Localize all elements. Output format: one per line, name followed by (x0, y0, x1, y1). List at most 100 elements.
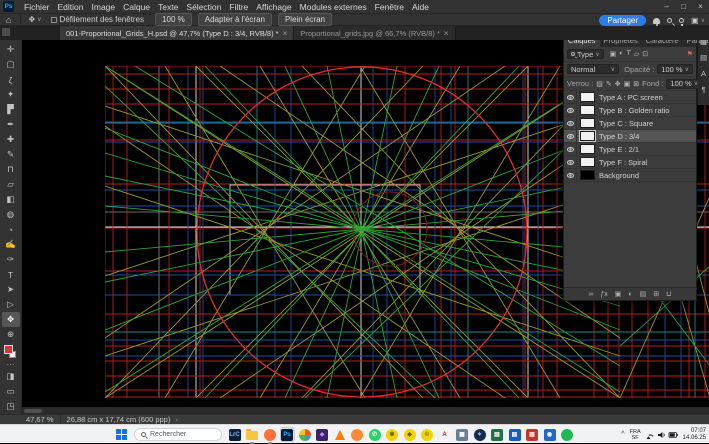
red-app-icon[interactable]: ▤ (526, 428, 539, 441)
layer-thumbnail[interactable] (580, 157, 595, 167)
color-swatches[interactable] (3, 344, 19, 358)
clock[interactable]: 07:07 14.06.25 (683, 428, 706, 442)
layer-row[interactable]: Type C : Square (564, 117, 696, 130)
more-tools-icon[interactable]: ⋯ (2, 360, 20, 369)
filter-toggle-icon[interactable]: ⚑ (687, 50, 693, 58)
visibility-toggle[interactable] (564, 104, 577, 117)
tab-psd-document[interactable]: 001-Proportional_Grids_H.psd @ 47,7% (Ty… (60, 26, 294, 40)
foreground-color-swatch[interactable] (4, 345, 13, 354)
smudge-tool-icon[interactable]: ✍ (2, 237, 20, 252)
direct-selection-tool-icon[interactable]: ▷ (2, 297, 20, 312)
menu-fen-tre[interactable]: Fenêtre (371, 0, 408, 13)
visibility-toggle[interactable] (564, 169, 577, 182)
menu-s-lection[interactable]: Sélection (182, 0, 225, 13)
menu-aide[interactable]: Aide (408, 0, 433, 13)
menu-texte[interactable]: Texte (154, 0, 182, 13)
visibility-toggle[interactable] (564, 91, 577, 104)
screen-mode-icon[interactable]: ▭ (2, 384, 20, 399)
filter-smart-objects-icon[interactable]: ⊡ (642, 50, 648, 58)
firefox-icon[interactable] (263, 428, 276, 441)
menu-filtre[interactable]: Filtre (225, 0, 252, 13)
calculator-icon[interactable]: ▦ (456, 428, 469, 441)
menu-edition[interactable]: Edition (54, 0, 88, 13)
language-indicator[interactable]: FRA SF (630, 429, 641, 441)
layer-effects-icon[interactable]: ƒx (600, 291, 607, 298)
layer-row[interactable]: Type E : 2/1 (564, 143, 696, 156)
lock-artboard-icon[interactable]: ▣ (624, 80, 631, 88)
lock-all-icon[interactable]: ⊠ (633, 80, 639, 88)
green-doc-app-icon[interactable]: ▤ (491, 428, 504, 441)
dark-circle-app-icon[interactable]: ✦ (473, 428, 486, 441)
lasso-tool-icon[interactable]: ζ (2, 72, 20, 87)
menu-affichage[interactable]: Affichage (252, 0, 295, 13)
layer-thumbnail[interactable] (580, 92, 595, 102)
scroll-all-windows-checkbox[interactable] (51, 17, 57, 23)
blue-doc-app-icon[interactable]: ▤ (508, 428, 521, 441)
yellow-app-2-icon[interactable]: ◆ (403, 428, 416, 441)
orange-app-icon[interactable] (351, 428, 364, 441)
fullscreen-button[interactable]: Plein écran (278, 13, 332, 26)
lock-transparency-icon[interactable]: ▨ (596, 80, 603, 88)
new-layer-icon[interactable]: ⊞ (653, 290, 659, 298)
lock-position-icon[interactable]: ✥ (615, 80, 621, 88)
file-explorer-icon[interactable] (246, 428, 259, 441)
eyedropper-tool-icon[interactable]: ✒ (2, 117, 20, 132)
hand-tool-icon[interactable]: ✥ (2, 312, 20, 327)
layer-thumbnail[interactable] (580, 131, 595, 141)
link-layers-icon[interactable]: ∞ (588, 291, 593, 298)
filter-pixel-layers-icon[interactable]: ▣ (610, 50, 617, 58)
close-icon[interactable]: × (444, 29, 449, 38)
fit-screen-button[interactable]: Adapter à l'écran (198, 13, 272, 26)
path-selection-tool-icon[interactable]: ➤ (2, 282, 20, 297)
menu-fichier[interactable]: Fichier (20, 0, 54, 13)
crop-tool-icon[interactable]: ▛ (2, 102, 20, 117)
visibility-toggle[interactable] (564, 156, 577, 169)
zoom-tool-icon[interactable]: ⊕ (2, 327, 20, 342)
status-chevron-icon[interactable]: › (175, 415, 178, 424)
filter-type-layers-icon[interactable]: T (627, 50, 631, 58)
menu-calque[interactable]: Calque (119, 0, 154, 13)
yellow-app-3-icon[interactable]: © (421, 428, 434, 441)
layer-row[interactable]: Type D : 3/4 (564, 130, 696, 143)
acrobat-icon[interactable]: A (438, 428, 451, 441)
blur-tool-icon[interactable]: ◍ (2, 207, 20, 222)
layer-thumbnail[interactable] (580, 118, 595, 128)
bell-icon[interactable] (653, 18, 660, 24)
tray-status-icons[interactable] (646, 430, 678, 440)
filter-shape-layers-icon[interactable]: ▱ (634, 50, 639, 58)
close-button[interactable]: × (692, 0, 709, 13)
fill-select[interactable]: 100 % ∨ (666, 79, 702, 89)
scrollbar-thumb[interactable] (24, 409, 42, 413)
purple-app-icon[interactable]: ◆ (316, 428, 329, 441)
visibility-toggle[interactable] (564, 117, 577, 130)
photoshop-icon[interactable]: Ps (281, 428, 294, 441)
maximize-button[interactable]: □ (675, 0, 692, 13)
delete-layer-icon[interactable]: ⊔ (666, 290, 671, 298)
start-button[interactable] (116, 429, 127, 440)
yellow-app-1-icon[interactable]: ✱ (386, 428, 399, 441)
capture-frame-icon[interactable]: ◳ (2, 399, 20, 414)
adjustment-layer-icon[interactable]: ◐ (628, 291, 632, 298)
horizontal-scrollbar[interactable] (22, 407, 709, 414)
tray-overflow-chevron[interactable]: ^ (621, 431, 624, 438)
workspace-switcher[interactable]: ▣∨ (691, 16, 705, 25)
menu-image[interactable]: Image (88, 0, 120, 13)
menu-modules-externes[interactable]: Modules externes (296, 0, 371, 13)
brush-tool-icon[interactable]: ✎ (2, 147, 20, 162)
gradient-tool-icon[interactable]: ◧ (2, 192, 20, 207)
whatsapp-icon[interactable]: ✆ (368, 428, 381, 441)
libraries-panel-icon[interactable]: ▤ (698, 49, 709, 65)
filter-type-select[interactable]: Type ∨ (567, 49, 604, 59)
visibility-toggle[interactable] (564, 130, 577, 143)
move-tool-icon[interactable]: ✛ (2, 42, 20, 57)
clone-stamp-tool-icon[interactable]: ⊓ (2, 162, 20, 177)
zoom-level-field[interactable]: 47,67 % (26, 415, 61, 424)
lock-pixels-icon[interactable]: ✎ (606, 80, 612, 88)
quick-mask-mode-icon[interactable]: ◨ (2, 369, 20, 384)
minimize-button[interactable]: – (658, 0, 675, 13)
layer-row[interactable]: Type B : Golden ratio (564, 104, 696, 117)
photos-app-icon[interactable] (298, 428, 311, 441)
object-selection-tool-icon[interactable]: ✦ (2, 87, 20, 102)
pen-tool-icon[interactable]: ✑ (2, 252, 20, 267)
tab-jpg-document[interactable]: Proportional_grids.jpg @ 66,7% (RVB/8) *… (294, 26, 455, 40)
